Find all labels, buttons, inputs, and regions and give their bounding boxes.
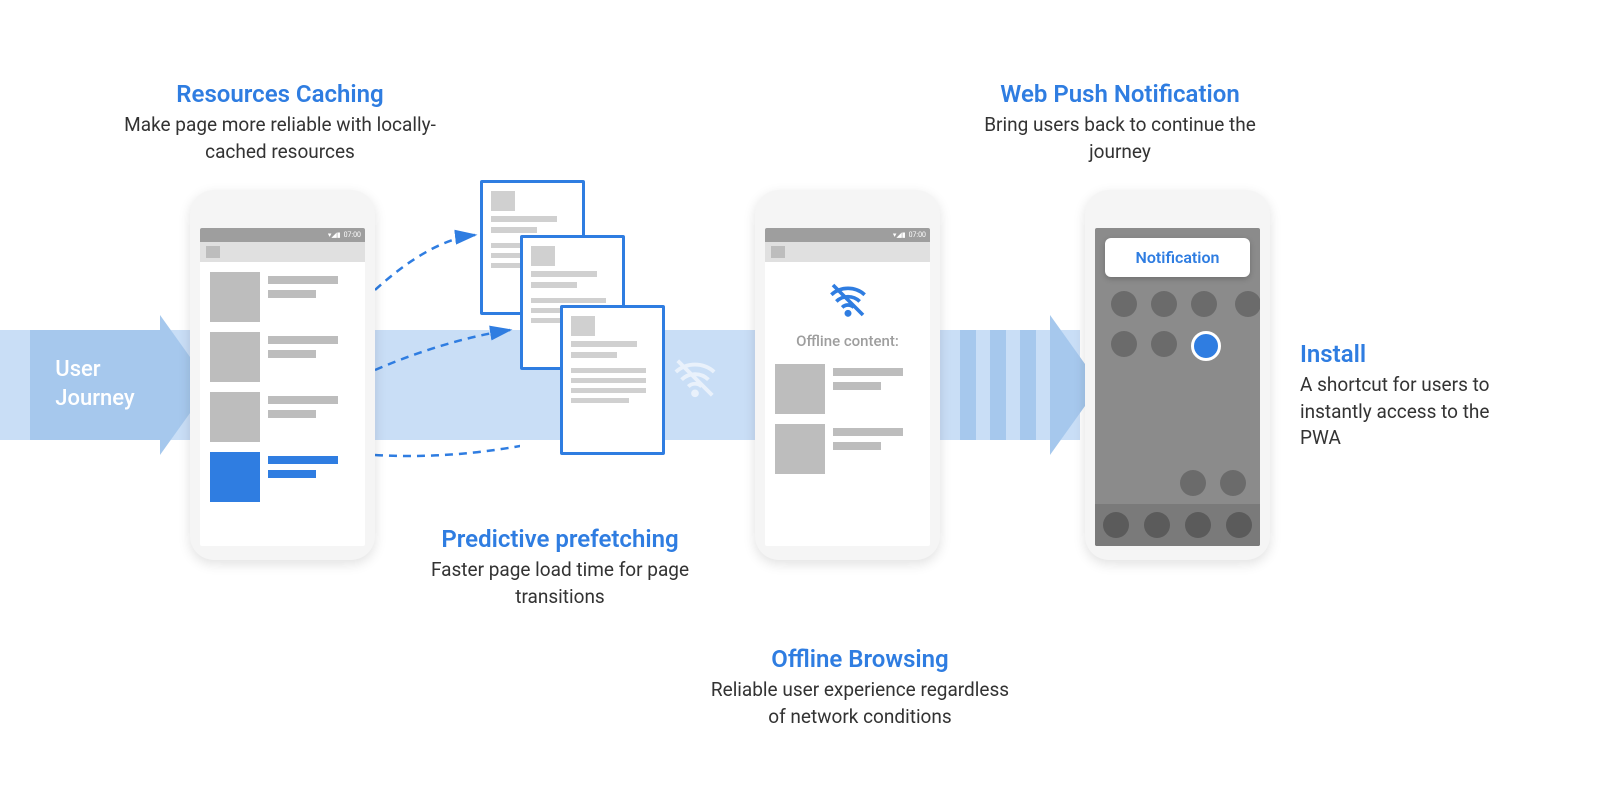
list-item	[200, 322, 365, 382]
label-offline-browsing: Offline Browsing Reliable user experienc…	[700, 645, 1020, 730]
status-bar: ▾◢▮07:00	[765, 228, 930, 242]
app-icon	[1235, 291, 1260, 317]
dock	[1095, 504, 1260, 546]
status-bar: ▾◢▮07:00	[200, 228, 365, 242]
app-icon	[1191, 291, 1217, 317]
journey-end-arrow	[960, 330, 1100, 440]
push-notification-card: Notification	[1105, 238, 1250, 277]
app-icon	[1220, 470, 1246, 496]
wifi-off-icon	[670, 355, 720, 405]
phone-offline-browsing: ▾◢▮07:00 Offline content:	[755, 190, 940, 560]
notification-label: Notification	[1136, 248, 1220, 267]
journey-label: User Journey	[55, 356, 134, 413]
pwa-app-icon	[1191, 331, 1221, 361]
label-resources-caching: Resources Caching Make page more reliabl…	[120, 80, 440, 165]
label-web-push: Web Push Notification Bring users back t…	[960, 80, 1280, 165]
app-toolbar	[200, 242, 365, 262]
app-icon	[1111, 331, 1137, 357]
dock-icon	[1185, 512, 1211, 538]
label-install: Install A shortcut for users to instantl…	[1300, 340, 1510, 452]
app-icon	[1111, 291, 1137, 317]
list-item	[765, 354, 930, 414]
dock-icon	[1226, 512, 1252, 538]
phone-install-push: Notification	[1085, 190, 1270, 560]
app-icon	[1151, 331, 1177, 357]
home-icon-grid	[1105, 277, 1250, 375]
dock-icon	[1144, 512, 1170, 538]
journey-start-arrow: User Journey	[30, 330, 200, 440]
list-item	[200, 382, 365, 442]
app-icon	[1180, 470, 1206, 496]
app-toolbar	[765, 242, 930, 262]
dock-icon	[1103, 512, 1129, 538]
app-icon	[1151, 291, 1177, 317]
list-item	[765, 414, 930, 474]
label-predictive-prefetching: Predictive prefetching Faster page load …	[400, 525, 720, 610]
phone-resources-caching: ▾◢▮07:00	[190, 190, 375, 560]
prefetched-pages	[420, 180, 670, 510]
offline-content-label: Offline content:	[796, 332, 899, 350]
wifi-off-icon	[823, 280, 873, 320]
list-item	[200, 262, 365, 322]
page-card	[560, 305, 665, 455]
list-item-active	[200, 442, 365, 502]
